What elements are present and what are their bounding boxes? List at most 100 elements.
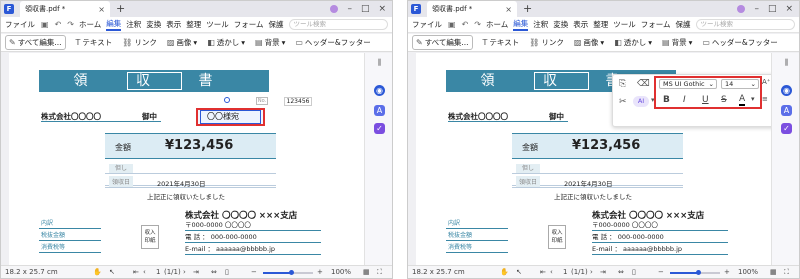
tool-search-input[interactable]: ツール検索 — [288, 19, 388, 30]
redo-icon[interactable]: ↷ — [474, 20, 481, 29]
zoom-slider[interactable] — [263, 270, 313, 275]
tool-search-input[interactable]: ツール検索 — [695, 19, 795, 30]
watermark-button[interactable]: ◧ 透かし ▾ — [207, 37, 245, 48]
minimize-icon[interactable]: – — [754, 4, 759, 14]
menu-form[interactable]: フォーム — [234, 19, 264, 30]
menu-view[interactable]: 表示 — [573, 19, 588, 30]
hand-tool-icon[interactable]: ✋ — [93, 268, 102, 276]
menu-convert[interactable]: 変換 — [553, 19, 568, 30]
next-page-icon[interactable]: › — [590, 268, 593, 276]
close-window-icon[interactable]: × — [785, 4, 793, 14]
save-icon[interactable]: ▣ — [448, 20, 456, 29]
menu-home[interactable]: ホーム — [79, 19, 101, 30]
layout-icon[interactable]: ▦ — [363, 268, 370, 276]
select-tool-icon[interactable]: ↖ — [516, 268, 522, 276]
header-footer-button[interactable]: ▭ ヘッダー&フッター — [702, 37, 777, 48]
ai-button[interactable]: AI — [633, 96, 649, 107]
maximize-icon[interactable]: □ — [768, 4, 777, 14]
fullscreen-icon[interactable]: ⛶ — [784, 268, 789, 277]
close-window-icon[interactable]: × — [378, 4, 386, 14]
honorific-text-box[interactable]: 〇〇様宛 — [200, 110, 261, 124]
close-tab-icon[interactable]: × — [98, 5, 105, 14]
translate-icon[interactable]: A — [374, 105, 385, 116]
avatar[interactable] — [737, 5, 746, 13]
menu-organize[interactable]: 整理 — [186, 19, 201, 30]
link-button[interactable]: ⛓ リンク — [529, 37, 564, 48]
image-button[interactable]: ▨ 画像 ▾ — [167, 37, 197, 48]
menu-protect[interactable]: 保護 — [676, 19, 691, 30]
edit-all-button[interactable]: ✎ すべて編集... — [412, 35, 473, 50]
zoom-out-icon[interactable]: − — [658, 268, 664, 276]
zoom-in-icon[interactable]: + — [724, 268, 730, 276]
menu-annotate[interactable]: 注釈 — [126, 19, 141, 30]
next-page-icon[interactable]: › — [183, 268, 186, 276]
menu-view[interactable]: 表示 — [166, 19, 181, 30]
cut-icon[interactable]: ✂ — [619, 97, 627, 107]
text-button[interactable]: T テキスト — [483, 37, 520, 48]
document-tab[interactable]: 領収書.pdf * × — [427, 1, 517, 17]
paragraph-icon[interactable]: ≡ — [762, 95, 768, 103]
zoom-slider[interactable] — [670, 270, 720, 275]
increase-font-icon[interactable]: A⁺ — [762, 78, 770, 86]
hand-tool-icon[interactable]: ✋ — [500, 268, 509, 276]
undo-icon[interactable]: ↶ — [462, 20, 469, 29]
ai-assistant-icon[interactable]: ◉ — [781, 85, 792, 96]
menu-edit[interactable]: 編集 — [106, 19, 122, 31]
menu-organize[interactable]: 整理 — [593, 19, 608, 30]
menu-tools[interactable]: ツール — [206, 19, 229, 30]
save-icon[interactable]: ▣ — [41, 20, 49, 29]
panel-icon[interactable]: ⫼ — [374, 57, 385, 68]
new-tab-button[interactable]: + — [523, 1, 532, 17]
menu-file[interactable]: ファイル — [5, 19, 35, 30]
text-button[interactable]: T テキスト — [76, 37, 113, 48]
ai-assistant-icon[interactable]: ◉ — [374, 85, 385, 96]
check-icon[interactable]: ✓ — [374, 123, 385, 134]
page-number[interactable]: 1 — [156, 268, 160, 276]
close-tab-icon[interactable]: × — [505, 5, 512, 14]
watermark-button[interactable]: ◧ 透かし ▾ — [614, 37, 652, 48]
first-page-icon[interactable]: ⇤ — [540, 268, 546, 276]
zoom-level[interactable]: 100% — [738, 268, 758, 276]
fit-width-icon[interactable]: ⇔ — [618, 268, 624, 276]
paste-style-icon[interactable]: ⎘ — [619, 79, 626, 89]
zoom-out-icon[interactable]: − — [251, 268, 257, 276]
fit-width-icon[interactable]: ⇔ — [211, 268, 217, 276]
menu-home[interactable]: ホーム — [486, 19, 508, 30]
minimize-icon[interactable]: – — [347, 4, 352, 14]
fit-page-icon[interactable]: ▯ — [632, 268, 636, 276]
prev-page-icon[interactable]: ‹ — [143, 268, 146, 276]
menu-protect[interactable]: 保護 — [269, 19, 284, 30]
rotate-handle[interactable] — [224, 97, 230, 103]
select-tool-icon[interactable]: ↖ — [109, 268, 115, 276]
layout-icon[interactable]: ▦ — [770, 268, 777, 276]
first-page-icon[interactable]: ⇤ — [133, 268, 139, 276]
menu-annotate[interactable]: 注釈 — [533, 19, 548, 30]
redo-icon[interactable]: ↷ — [67, 20, 74, 29]
clear-format-icon[interactable]: ⌫ — [637, 79, 650, 89]
maximize-icon[interactable]: □ — [361, 4, 370, 14]
background-button[interactable]: ▤ 背景 ▾ — [662, 37, 692, 48]
menu-edit[interactable]: 編集 — [513, 19, 529, 31]
undo-icon[interactable]: ↶ — [55, 20, 62, 29]
avatar[interactable] — [330, 5, 339, 13]
translate-icon[interactable]: A — [781, 105, 792, 116]
menu-file[interactable]: ファイル — [412, 19, 442, 30]
background-button[interactable]: ▤ 背景 ▾ — [255, 37, 285, 48]
new-tab-button[interactable]: + — [116, 1, 125, 17]
fullscreen-icon[interactable]: ⛶ — [377, 268, 382, 277]
zoom-level[interactable]: 100% — [331, 268, 351, 276]
link-button[interactable]: ⛓ リンク — [122, 37, 157, 48]
last-page-icon[interactable]: ⇥ — [193, 268, 199, 276]
zoom-in-icon[interactable]: + — [317, 268, 323, 276]
image-button[interactable]: ▨ 画像 ▾ — [574, 37, 604, 48]
header-footer-button[interactable]: ▭ ヘッダー&フッター — [295, 37, 370, 48]
edit-all-button[interactable]: ✎ すべて編集... — [5, 35, 66, 50]
fit-page-icon[interactable]: ▯ — [225, 268, 229, 276]
menu-form[interactable]: フォーム — [641, 19, 671, 30]
prev-page-icon[interactable]: ‹ — [550, 268, 553, 276]
last-page-icon[interactable]: ⇥ — [600, 268, 606, 276]
document-tab[interactable]: 領収書.pdf * × — [20, 1, 110, 17]
menu-convert[interactable]: 変換 — [146, 19, 161, 30]
page-number[interactable]: 1 — [563, 268, 567, 276]
panel-icon[interactable]: ⫼ — [781, 57, 792, 68]
